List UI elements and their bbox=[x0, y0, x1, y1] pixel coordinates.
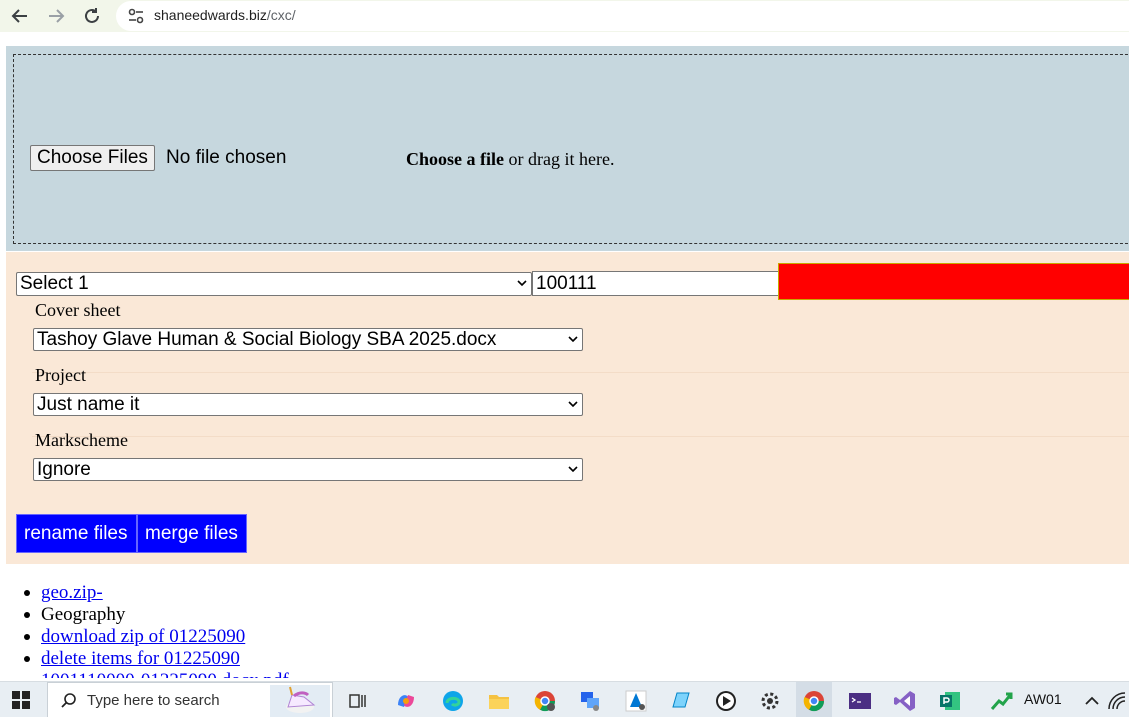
task-view-icon[interactable] bbox=[346, 689, 370, 713]
row-divider bbox=[32, 436, 1129, 437]
main-select[interactable]: Select 1 bbox=[16, 272, 532, 296]
download-zip-link[interactable]: download zip of 01225090 bbox=[41, 626, 245, 647]
drop-hint-rest: or drag it here. bbox=[504, 149, 615, 169]
stocks-widget-icon[interactable] bbox=[990, 689, 1014, 713]
forward-icon[interactable] bbox=[44, 4, 68, 28]
results-list: geo.zip- Geography download zip of 01225… bbox=[22, 582, 289, 678]
azure-data-studio-icon[interactable] bbox=[624, 689, 648, 713]
file-explorer-icon[interactable] bbox=[487, 689, 511, 713]
url-host: shaneedwards.biz bbox=[154, 7, 267, 23]
unicorn-illustration-icon bbox=[270, 685, 330, 717]
chevron-down-icon bbox=[568, 401, 578, 408]
media-player-icon[interactable] bbox=[714, 689, 738, 713]
tray-chevron-icon[interactable] bbox=[1080, 689, 1104, 713]
project-label: Project bbox=[35, 365, 86, 385]
site-info-icon[interactable] bbox=[126, 6, 146, 26]
options-panel: Select 1 100111 Cover sheet Tashoy Glave… bbox=[6, 252, 1129, 564]
taskbar-search[interactable]: Type here to search bbox=[47, 682, 333, 717]
rename-files-button[interactable]: rename files bbox=[16, 514, 137, 553]
stocks-widget-label[interactable]: AW01 bbox=[1024, 691, 1062, 707]
list-item: delete items for 01225090 bbox=[22, 648, 289, 670]
choose-files-button[interactable]: Choose Files bbox=[30, 145, 155, 171]
terminal-icon[interactable] bbox=[848, 689, 872, 713]
list-item: 1001110000-01225090.docx.pdf bbox=[22, 670, 289, 678]
merge-files-button[interactable]: merge files bbox=[137, 514, 247, 553]
list-item: geo.zip- bbox=[22, 582, 289, 604]
pdf-file-link[interactable]: 1001110000-01225090.docx.pdf bbox=[41, 670, 289, 678]
upload-drop-zone[interactable]: Choose Files No file chosen Choose a fil… bbox=[6, 46, 1129, 251]
delete-items-link[interactable]: delete items for 01225090 bbox=[41, 648, 240, 669]
markscheme-value: Ignore bbox=[37, 459, 91, 480]
taskbar: Type here to search AW01 bbox=[0, 681, 1129, 717]
cover-sheet-select[interactable]: Tashoy Glave Human & Social Biology SBA … bbox=[33, 328, 583, 351]
row-divider bbox=[32, 372, 1129, 373]
list-item: Geography bbox=[22, 604, 289, 626]
search-icon bbox=[61, 693, 76, 708]
project-value: Just name it bbox=[37, 394, 140, 415]
upload-drop-border: Choose Files No file chosen Choose a fil… bbox=[13, 54, 1129, 244]
list-item: download zip of 01225090 bbox=[22, 626, 289, 648]
markscheme-label: Markscheme bbox=[35, 430, 128, 450]
settings-icon[interactable] bbox=[758, 689, 782, 713]
publisher-icon[interactable] bbox=[938, 689, 962, 713]
url-text[interactable]: shaneedwards.biz/cxc/ bbox=[154, 7, 296, 23]
chrome-icon[interactable] bbox=[802, 689, 826, 713]
url-path: /cxc/ bbox=[266, 7, 296, 23]
back-icon[interactable] bbox=[8, 4, 32, 28]
copilot-icon[interactable] bbox=[394, 689, 418, 713]
drop-hint-bold: Choose a file bbox=[406, 149, 504, 169]
chevron-down-icon bbox=[568, 466, 578, 473]
windows-start-icon[interactable] bbox=[12, 691, 30, 709]
id-input[interactable]: 100111 bbox=[532, 271, 779, 296]
browser-toolbar: shaneedwards.biz/cxc/ bbox=[0, 0, 1129, 32]
visual-studio-icon[interactable] bbox=[893, 689, 917, 713]
search-placeholder: Type here to search bbox=[87, 692, 220, 709]
reload-icon[interactable] bbox=[80, 4, 104, 28]
page-content: Choose Files No file chosen Choose a fil… bbox=[0, 38, 1129, 678]
project-select[interactable]: Just name it bbox=[33, 393, 583, 416]
no-file-chosen-text: No file chosen bbox=[166, 147, 287, 168]
status-indicator bbox=[778, 263, 1129, 300]
markscheme-select[interactable]: Ignore bbox=[33, 458, 583, 481]
chrome-profile-icon[interactable] bbox=[533, 689, 557, 713]
notes-icon[interactable] bbox=[669, 689, 693, 713]
chevron-down-icon bbox=[517, 280, 527, 287]
cover-sheet-value: Tashoy Glave Human & Social Biology SBA … bbox=[37, 329, 497, 350]
network-app-icon[interactable] bbox=[578, 689, 602, 713]
chevron-down-icon bbox=[568, 336, 578, 343]
wifi-icon[interactable] bbox=[1105, 689, 1129, 713]
subject-text: Geography bbox=[41, 604, 126, 625]
geo-zip-link[interactable]: geo.zip- bbox=[41, 582, 103, 603]
main-select-value: Select 1 bbox=[20, 273, 89, 294]
address-bar[interactable]: shaneedwards.biz/cxc/ bbox=[116, 1, 1129, 31]
drop-hint: Choose a file or drag it here. bbox=[406, 147, 614, 171]
edge-icon[interactable] bbox=[441, 689, 465, 713]
cover-sheet-label: Cover sheet bbox=[35, 300, 121, 320]
